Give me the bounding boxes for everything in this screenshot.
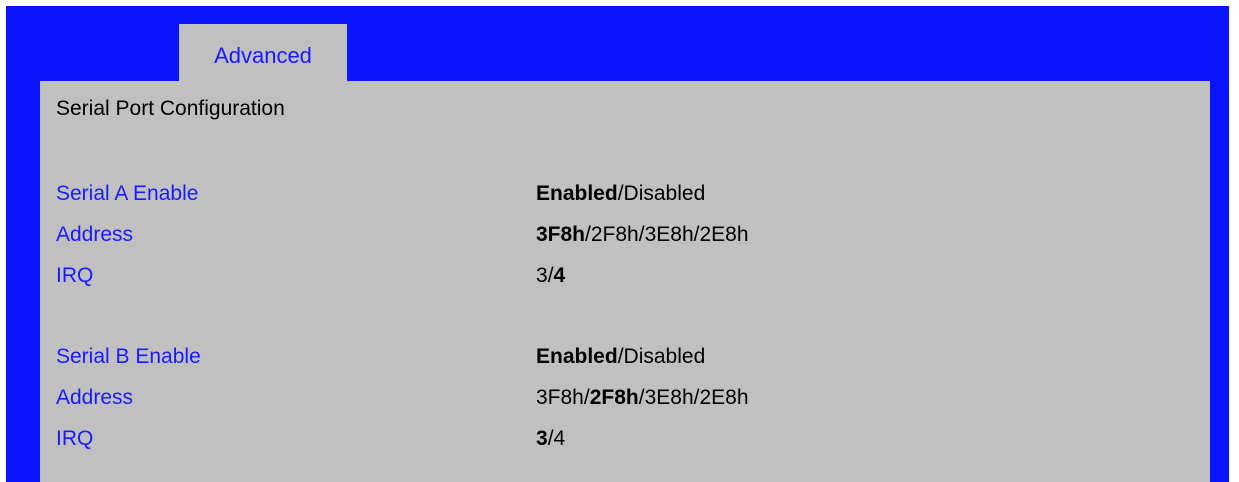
setting-options[interactable]: 3/4 [536,264,565,288]
option-selected[interactable]: 4 [554,264,566,287]
setting-serial-b-irq[interactable]: IRQ 3/4 [56,427,1156,457]
setting-serial-b-enable[interactable]: Serial B Enable Enabled/Disabled [56,345,1156,375]
option[interactable]: 2F8h [591,223,639,246]
setting-options[interactable]: 3F8h/2F8h/3E8h/2E8h [536,223,749,247]
option[interactable]: 3E8h [645,223,694,246]
setting-label: Serial A Enable [56,182,199,205]
setting-label: Address [56,223,134,246]
option-selected[interactable]: 3 [536,427,548,450]
option[interactable]: 2E8h [699,223,748,246]
bios-frame: Advanced Serial Port Configuration Seria… [6,6,1229,482]
tab-advanced-label: Advanced [214,42,312,68]
option[interactable]: Disabled [624,182,706,205]
option[interactable]: 3E8h [645,386,694,409]
option[interactable]: 3 [536,264,548,287]
setting-label: IRQ [56,264,94,287]
setting-options[interactable]: 3F8h/2F8h/3E8h/2E8h [536,386,749,410]
option[interactable]: 4 [554,427,566,450]
setting-serial-b-address[interactable]: Address 3F8h/2F8h/3E8h/2E8h [56,386,1156,416]
section-title: Serial Port Configuration [56,97,285,120]
setting-label: Serial B Enable [56,345,201,368]
setting-options[interactable]: 3/4 [536,427,565,451]
setting-label: Address [56,386,134,409]
setting-serial-a-irq[interactable]: IRQ 3/4 [56,264,1156,294]
setting-serial-a-enable[interactable]: Serial A Enable Enabled/Disabled [56,182,1156,212]
option[interactable]: 2E8h [699,386,748,409]
option[interactable]: 3F8h [536,386,584,409]
option-selected[interactable]: 2F8h [590,386,639,409]
settings-panel: Serial Port Configuration Serial A Enabl… [40,81,1210,482]
tab-advanced[interactable]: Advanced [179,24,347,81]
setting-options[interactable]: Enabled/Disabled [536,345,705,369]
setting-options[interactable]: Enabled/Disabled [536,182,705,206]
setting-serial-a-address[interactable]: Address 3F8h/2F8h/3E8h/2E8h [56,223,1156,253]
option-selected[interactable]: Enabled [536,345,618,368]
option-selected[interactable]: 3F8h [536,223,585,246]
option[interactable]: Disabled [624,345,706,368]
setting-label: IRQ [56,427,94,450]
option-selected[interactable]: Enabled [536,182,618,205]
